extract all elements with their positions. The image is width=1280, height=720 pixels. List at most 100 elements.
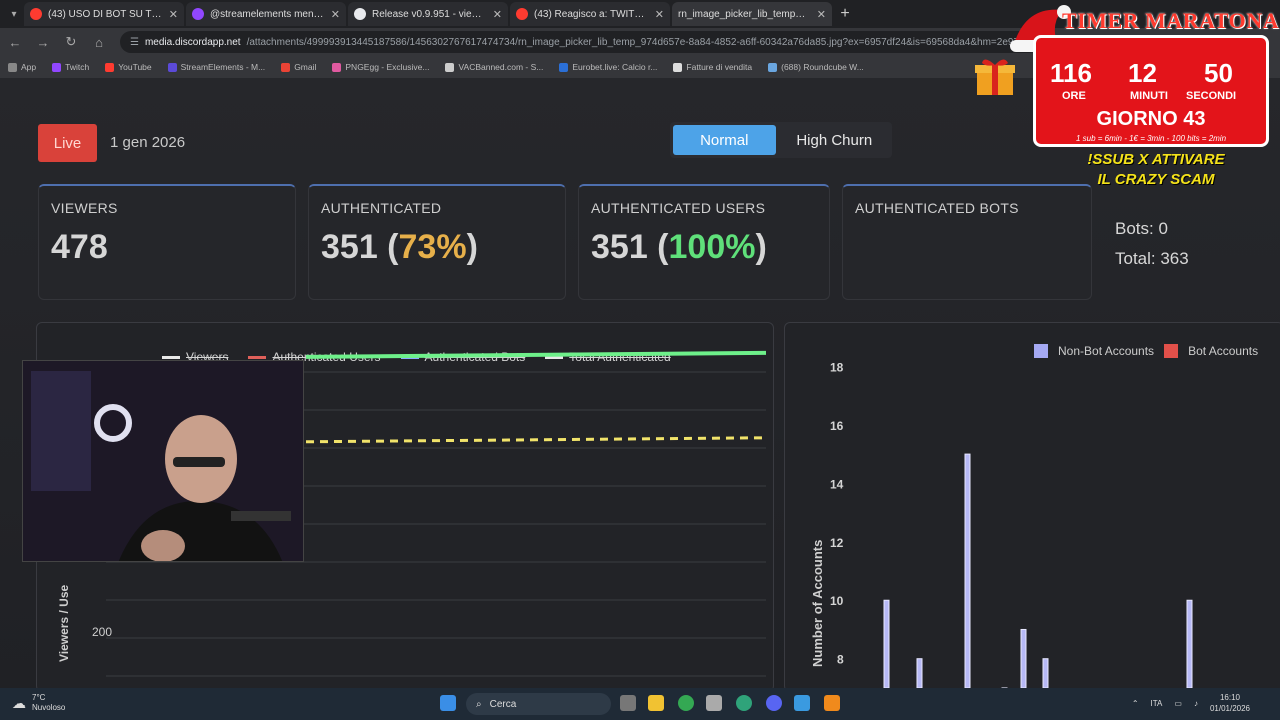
bookmark-roundcube[interactable]: (688) Roundcube W... (768, 62, 864, 72)
app-icon[interactable] (706, 695, 722, 711)
timer-title: TIMER MARATONA (1062, 8, 1280, 33)
browser-tab-5[interactable]: rn_image_picker_lib_temp_974...✕ (672, 2, 832, 26)
authenticated-users-value: 351 (100%) (591, 228, 767, 266)
authenticated-value: 351 (73%) (321, 228, 478, 266)
authenticated-label: AUTHENTICATED (321, 200, 442, 216)
vlc-icon[interactable] (824, 695, 840, 711)
bar-5 (1020, 628, 1027, 688)
bookmark-youtube[interactable]: YouTube (105, 62, 152, 72)
bar-2 (916, 658, 923, 688)
browser-tab-4[interactable]: (43) Reagisco a: TWITCH ITALIA✕ (510, 2, 670, 26)
normal-mode-button[interactable]: Normal (673, 125, 776, 155)
browser-tab-3[interactable]: Release v0.9.951 - viewermetric✕ (348, 2, 508, 26)
bar-y-tick-5: 16 (830, 419, 844, 433)
viewers-value: 478 (51, 228, 108, 266)
tab-search-icon[interactable]: ▾ (6, 9, 22, 20)
bookmark-gmail[interactable]: Gmail (281, 62, 316, 72)
streamer-figure (23, 361, 303, 561)
close-icon[interactable]: ✕ (169, 8, 178, 21)
file-explorer-icon[interactable] (648, 695, 664, 711)
right-y-axis-label: Number of Accounts (810, 540, 825, 667)
authenticated-users-label: AUTHENTICATED USERS (591, 200, 766, 216)
bar-chart-bars (883, 453, 1193, 688)
close-icon[interactable]: ✕ (817, 8, 826, 21)
address-bar[interactable]: ☰ media.discordapp.net/attachments/49999… (120, 31, 1040, 53)
bookmark-pngegg[interactable]: PNGEgg - Exclusive... (332, 62, 429, 72)
system-tray: ⌃ ITA ▭ ♪ 16:10 01/01/2026 (1132, 692, 1250, 714)
webcam-overlay (22, 360, 304, 562)
network-icon[interactable]: ▭ (1174, 699, 1182, 708)
windows-start-icon[interactable] (440, 695, 456, 711)
screen: ▾ (43) USO DI BOT SU TWITCH -✕ @streamel… (0, 0, 1280, 720)
app-icon[interactable] (794, 695, 810, 711)
browser-tab-1[interactable]: (43) USO DI BOT SU TWITCH -✕ (24, 2, 184, 26)
marathon-timer: 116 12 50 ORE MINUTI SECONDI GIORNO 43 1… (1033, 35, 1269, 147)
chevron-up-icon[interactable]: ⌃ (1132, 699, 1139, 708)
viewers-label: VIEWERS (51, 200, 118, 216)
close-icon[interactable]: ✕ (493, 8, 502, 21)
bar-y-tick-6: 18 (830, 360, 844, 374)
cloud-icon: ☁ (12, 694, 26, 711)
bookmark-eurobet[interactable]: Eurobet.live: Calcio r... (559, 62, 657, 72)
youtube-icon (30, 8, 42, 20)
volume-icon[interactable]: ♪ (1194, 699, 1198, 708)
bots-summary: Bots: 0 Total: 363 (1115, 214, 1189, 274)
forward-icon[interactable]: → (36, 35, 50, 50)
bar-6 (1042, 658, 1049, 688)
weather-widget[interactable]: ☁ 7°C Nuvoloso (12, 693, 65, 713)
browser-app-icon[interactable] (736, 695, 752, 711)
bar-y-tick-1: 8 (837, 653, 844, 667)
reload-icon[interactable]: ↻ (64, 34, 78, 50)
clock[interactable]: 16:10 01/01/2026 (1210, 692, 1250, 714)
timer-day: GIORNO 43 (1096, 108, 1206, 130)
bar-3 (964, 453, 971, 688)
discord-icon[interactable] (766, 695, 782, 711)
left-y-axis-label: Viewers / Use (57, 585, 71, 662)
total-authenticated-line (305, 436, 767, 444)
high-churn-mode-button[interactable]: High Churn (780, 125, 889, 155)
timer-minutes: 12 (1128, 58, 1157, 88)
browser-tab-2[interactable]: @streamelements mentio... ✕ (186, 2, 346, 26)
new-tab-icon[interactable]: + (834, 3, 856, 25)
site-info-icon[interactable]: ☰ (130, 37, 139, 48)
bar-y-tick-2: 10 (830, 594, 844, 608)
twitch-icon (192, 8, 204, 20)
bar-y-tick-4: 14 (830, 477, 844, 491)
language-indicator[interactable]: ITA (1151, 699, 1163, 708)
document-icon (673, 62, 683, 72)
total-count: Total: 363 (1115, 249, 1189, 268)
date-label: 1 gen 2026 (110, 134, 186, 151)
timer-rates: 1 sub = 6min - 1€ = 3min - 100 bits = 2m… (1075, 134, 1227, 143)
timer-hours-label: ORE (1062, 90, 1086, 102)
bar-0 (883, 599, 890, 688)
authenticated-bots-label: AUTHENTICATED BOTS (855, 200, 1019, 216)
bookmark-streamelements[interactable]: StreamElements - M... (167, 62, 265, 72)
timer-seconds-label: SECONDI (1186, 90, 1237, 102)
viewers-card: VIEWERS 478 (38, 184, 296, 300)
bookmark-twitch[interactable]: Twitch (52, 62, 89, 72)
twitch-icon (52, 62, 62, 72)
youtube-icon (105, 62, 115, 72)
bookmark-apps[interactable]: App (8, 62, 36, 72)
roundcube-icon (768, 62, 778, 72)
timer-minutes-label: MINUTI (1130, 90, 1168, 102)
back-icon[interactable]: ← (8, 35, 22, 50)
authenticated-users-percent: 100% (668, 228, 756, 266)
authenticated-bots-card: AUTHENTICATED BOTS (842, 184, 1092, 300)
task-view-icon[interactable] (620, 695, 636, 711)
authenticated-card: AUTHENTICATED 351 (73%) (308, 184, 566, 300)
bookmark-vacbanned[interactable]: VACBanned.com - S... (445, 62, 543, 72)
bar-chart-ticks: 681012141618 (830, 360, 844, 667)
home-icon[interactable]: ⌂ (92, 35, 106, 50)
bookmark-fatture[interactable]: Fatture di vendita (673, 62, 752, 72)
youtube-icon (516, 8, 528, 20)
taskbar-search[interactable]: ⌕ Cerca (466, 693, 611, 715)
pngegg-icon (332, 62, 342, 72)
github-icon (354, 8, 366, 20)
timer-seconds: 50 (1204, 58, 1233, 88)
close-icon[interactable]: ✕ (655, 8, 664, 21)
bar-chart-svg: 681012141618 Number of Accounts (810, 360, 1193, 688)
close-icon[interactable]: ✕ (331, 8, 340, 21)
apps-grid-icon (8, 62, 17, 72)
chrome-icon[interactable] (678, 695, 694, 711)
